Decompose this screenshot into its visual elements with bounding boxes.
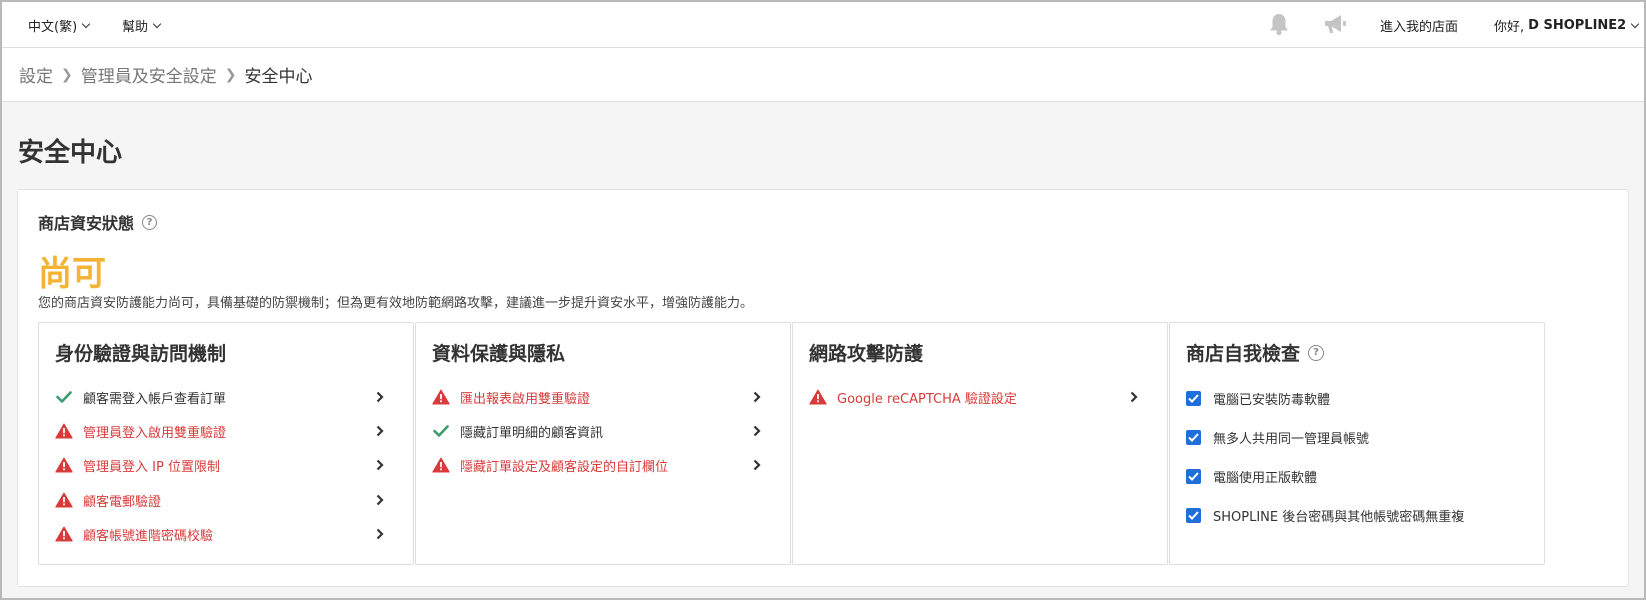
card-data-protection: 資料保護與隱私 匯出報表啟用雙重驗證 隱藏訂單明細的顧客資訊 隱藏訂單設定及顧客… <box>415 322 791 565</box>
warning-triangle-icon <box>432 388 450 406</box>
checkbox-licensed-software[interactable]: 電腦使用正版軟體 <box>1186 467 1317 486</box>
item-label: 管理員登入啟用雙重驗證 <box>83 425 227 441</box>
card-title: 身份驗證與訪問機制 <box>55 343 227 365</box>
chevron-right-icon <box>375 458 385 472</box>
list-item[interactable]: Google reCAPTCHA 驗證設定 <box>809 385 1139 409</box>
item-label: 管理員登入 IP 位置限制 <box>83 459 220 475</box>
list-item[interactable]: 隱藏訂單設定及顧客設定的自訂欄位 <box>432 453 762 477</box>
breadcrumb-item-settings[interactable]: 設定 <box>19 62 53 87</box>
user-menu[interactable]: 你好, D SHOPLINE2 <box>1494 16 1640 35</box>
greeting-text: 你好, <box>1494 20 1525 35</box>
chevron-right-icon <box>375 390 385 404</box>
list-item[interactable]: 顧客需登入帳戶查看訂單 <box>55 385 385 409</box>
checkbox-checked-icon[interactable] <box>1186 508 1201 523</box>
warning-triangle-icon <box>809 388 827 406</box>
chevron-right-icon <box>375 493 385 507</box>
list-item[interactable]: 匯出報表啟用雙重驗證 <box>432 385 762 409</box>
check-icon <box>432 422 450 440</box>
chevron-down-icon <box>1630 19 1640 28</box>
visit-store-link[interactable]: 進入我的店面 <box>1380 16 1458 35</box>
warning-triangle-icon <box>55 491 73 509</box>
security-status-panel: 商店資安狀態 ? 尚可 您的商店資安防護能力尚可，具備基礎的防禦機制；但為更有效… <box>17 189 1629 587</box>
checkbox-checked-icon[interactable] <box>1186 469 1201 484</box>
checkbox-label: 電腦已安裝防毒軟體 <box>1213 393 1331 408</box>
question-circle-icon[interactable]: ? <box>1308 344 1325 361</box>
item-label: 顧客帳號進階密碼校驗 <box>83 528 214 544</box>
checkbox-label: 電腦使用正版軟體 <box>1213 471 1318 486</box>
chevron-right-icon: ❯ <box>224 66 237 83</box>
chevron-right-icon: ❯ <box>61 66 73 83</box>
status-title-text: 商店資安狀態 <box>38 214 135 233</box>
card-identity-access: 身份驗證與訪問機制 顧客需登入帳戶查看訂單 管理員登入啟用雙重驗證 管理員登入 … <box>38 322 414 565</box>
warning-triangle-icon <box>55 525 73 543</box>
chevron-down-icon <box>81 19 91 28</box>
bell-icon[interactable] <box>1268 12 1290 40</box>
checkbox-label: 無多人共用同一管理員帳號 <box>1213 432 1370 447</box>
list-item[interactable]: 顧客電郵驗證 <box>55 488 385 512</box>
item-label: 隱藏訂單明細的顧客資訊 <box>460 425 604 441</box>
warning-triangle-icon <box>432 456 450 474</box>
help-dropdown[interactable]: 幫助 <box>122 16 162 35</box>
chevron-down-icon <box>152 19 162 28</box>
list-item[interactable]: 顧客帳號進階密碼校驗 <box>55 522 385 546</box>
item-label: 隱藏訂單設定及顧客設定的自訂欄位 <box>460 459 669 475</box>
chevron-right-icon <box>752 458 762 472</box>
check-icon <box>55 388 73 406</box>
checkbox-label: SHOPLINE 後台密碼與其他帳號密碼無重複 <box>1213 510 1465 525</box>
language-label: 中文(繁) <box>28 20 78 35</box>
user-name: D SHOPLINE2 <box>1528 18 1627 33</box>
chevron-right-icon <box>752 424 762 438</box>
list-item[interactable]: 管理員登入啟用雙重驗證 <box>55 419 385 443</box>
item-label: 顧客需登入帳戶查看訂單 <box>83 391 227 407</box>
breadcrumb-item-admin-security[interactable]: 管理員及安全設定 <box>81 62 217 87</box>
breadcrumb-current: 安全中心 <box>244 67 313 87</box>
breadcrumb: 設定 ❯ 管理員及安全設定 ❯ 安全中心 <box>2 48 1644 102</box>
chevron-right-icon <box>1129 390 1139 404</box>
language-dropdown[interactable]: 中文(繁) <box>28 16 91 35</box>
card-title: 網路攻擊防護 <box>809 343 924 365</box>
card-self-check: 商店自我檢查 ? 電腦已安裝防毒軟體 無多人共用同一管理員帳號 電腦使用正版軟體… <box>1169 322 1545 565</box>
checkbox-antivirus[interactable]: 電腦已安裝防毒軟體 <box>1186 389 1330 408</box>
status-level: 尚可 <box>38 254 106 294</box>
card-title: 資料保護與隱私 <box>432 343 566 365</box>
card-network-attack: 網路攻擊防護 Google reCAPTCHA 驗證設定 <box>792 322 1168 565</box>
checkbox-no-shared-account[interactable]: 無多人共用同一管理員帳號 <box>1186 428 1369 447</box>
page-title: 安全中心 <box>18 138 123 168</box>
item-label: Google reCAPTCHA 驗證設定 <box>837 391 1017 407</box>
warning-triangle-icon <box>55 422 73 440</box>
item-label: 匯出報表啟用雙重驗證 <box>460 391 591 407</box>
help-label: 幫助 <box>122 20 149 35</box>
list-item[interactable]: 隱藏訂單明細的顧客資訊 <box>432 419 762 443</box>
checkbox-checked-icon[interactable] <box>1186 430 1201 445</box>
chevron-right-icon <box>752 390 762 404</box>
top-navbar: 中文(繁) 幫助 進入我的店面 你好, D SHOPLINE2 <box>2 2 1644 48</box>
warning-triangle-icon <box>55 456 73 474</box>
chevron-right-icon <box>375 527 385 541</box>
item-label: 顧客電郵驗證 <box>83 494 162 510</box>
chevron-right-icon <box>375 424 385 438</box>
status-title: 商店資安狀態 ? <box>38 210 158 234</box>
status-description: 您的商店資安防護能力尚可，具備基礎的防禦機制；但為更有效地防範網路攻擊，建議進一… <box>38 296 754 311</box>
visit-store-label: 進入我的店面 <box>1380 20 1459 35</box>
checkbox-unique-password[interactable]: SHOPLINE 後台密碼與其他帳號密碼無重複 <box>1186 506 1464 525</box>
card-title-text: 商店自我檢查 <box>1186 343 1301 365</box>
megaphone-icon[interactable] <box>1322 13 1348 39</box>
card-title: 商店自我檢查 ? <box>1186 339 1325 366</box>
question-circle-icon[interactable]: ? <box>142 214 158 230</box>
list-item[interactable]: 管理員登入 IP 位置限制 <box>55 453 385 477</box>
checkbox-checked-icon[interactable] <box>1186 391 1201 406</box>
